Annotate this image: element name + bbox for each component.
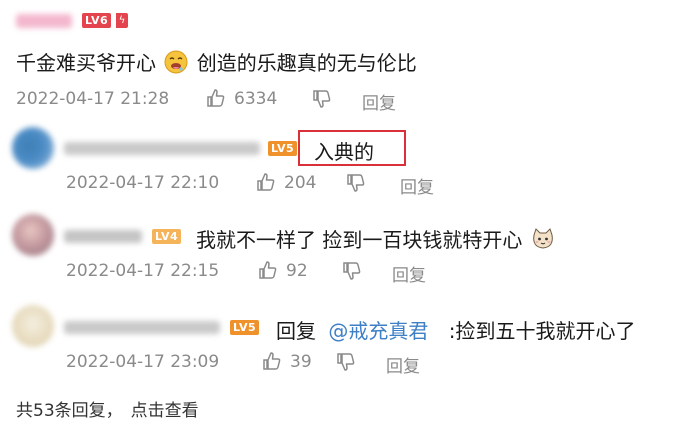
thumbs-down-icon [313,90,331,108]
reply-timestamp: 2022-04-17 22:15 [66,261,220,281]
reply-level-badge: LV4 [152,229,182,244]
reply-meta: 2022-04-17 23:09 39 回复 [66,351,666,377]
view-all-replies[interactable]: 共53条回复， 点击查看 [16,396,199,421]
reply-text: 入典的 [314,140,374,164]
like-button[interactable] [206,88,226,113]
reply-username[interactable] [64,142,260,155]
cat-face-emoji [531,227,555,251]
mention-link[interactable]: @戒充真君 [328,319,428,343]
reply-text: 我就不一样了 捡到一百块钱就特开心 [196,228,523,252]
avatar[interactable] [12,127,54,169]
thumbs-down-icon [343,262,361,280]
reply-text-row: 我就不一样了 捡到一百块钱就特开心 [196,224,555,253]
like-button[interactable] [258,260,278,285]
view-replies-link[interactable]: 点击查看 [131,401,199,421]
main-comment-text-part2: 创造的乐趣真的无与伦比 [196,51,417,75]
main-reply-button[interactable]: 回复 [362,89,396,114]
reply-like-count: 39 [290,352,312,372]
reply-reply-button[interactable]: 回复 [386,352,420,377]
dislike-button[interactable] [312,89,332,114]
reply-meta: 2022-04-17 22:15 92 回复 [66,260,666,286]
reply-reply-button[interactable]: 回复 [400,173,434,198]
reply-count-summary: 共53条回复， [16,401,123,421]
reply-timestamp: 2022-04-17 23:09 [66,352,220,372]
avatar[interactable] [12,214,54,256]
reply-text-row: 回复 @戒充真君 :捡到五十我就开心了 [276,315,635,344]
dislike-button[interactable] [346,173,366,198]
dislike-button[interactable] [336,352,356,377]
thumbs-up-icon [259,261,277,279]
reply-level-badge: LV5 [230,320,260,335]
reply-text: :捡到五十我就开心了 [448,319,636,343]
reply-reply-button[interactable]: 回复 [392,261,426,286]
reply-meta: 2022-04-17 22:10 204 回复 [66,172,666,198]
main-timestamp: 2022-04-17 21:28 [16,89,170,109]
lightning-icon: ϟ [116,13,128,28]
main-username[interactable] [16,14,72,28]
reply-timestamp: 2022-04-17 22:10 [66,173,220,193]
main-level-badge: LV6 [82,13,112,28]
reply-level-badge: LV5 [268,141,298,156]
main-comment-meta: 2022-04-17 21:28 6334 回复 [16,88,676,114]
dislike-button[interactable] [342,261,362,286]
main-comment-text-part1: 千金难买爷开心 [16,51,156,75]
thumbs-down-icon [347,174,365,192]
avatar[interactable] [12,305,54,347]
main-like-count: 6334 [234,89,278,109]
like-button[interactable] [256,172,276,197]
reply-like-count: 92 [286,261,308,281]
reply-like-count: 204 [284,173,317,193]
reply-username[interactable] [64,230,142,243]
reply-prefix: 回复 [276,319,316,343]
thumbs-up-icon [207,89,225,107]
like-button[interactable] [262,351,282,376]
reply-username[interactable] [64,321,220,334]
main-comment-text: 千金难买爷开心 创造的乐趣真的无与伦比 [16,47,417,76]
thumbs-down-icon [337,353,355,371]
drooling-face-emoji [164,50,188,74]
thumbs-up-icon [257,173,275,191]
thumbs-up-icon [263,352,281,370]
